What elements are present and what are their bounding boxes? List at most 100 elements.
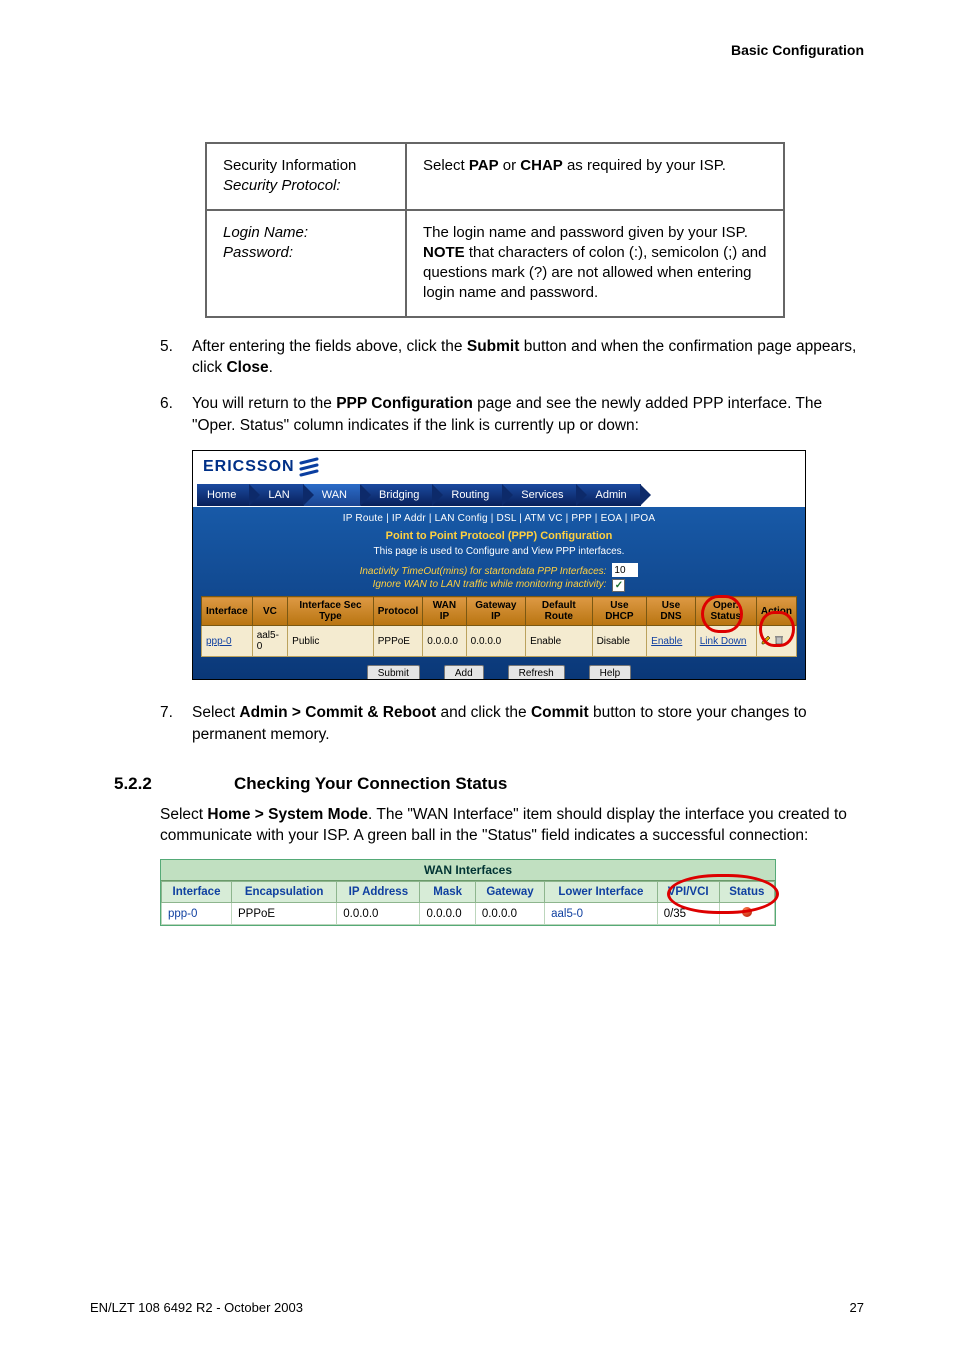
nav-bridging[interactable]: Bridging	[361, 484, 433, 506]
step-num-7: 7.	[160, 702, 192, 745]
timeout-input[interactable]: 10	[612, 563, 638, 577]
ericsson-logo-text: ERICSSON	[203, 458, 295, 476]
step-num-5: 5.	[160, 336, 192, 379]
cell-login-desc1: The login name and password given by you…	[423, 224, 748, 241]
td-interface[interactable]: ppp-0	[206, 636, 232, 647]
nav-breadcrumb: Home LAN WAN Bridging Routing Services A…	[197, 483, 805, 507]
wth-mask[interactable]: Mask	[420, 882, 475, 903]
ppp-table: Interface VC Interface Sec Type Protocol…	[201, 596, 797, 657]
steps-list-2: 7. Select Admin > Commit & Reboot and cl…	[160, 702, 864, 745]
cell-note: NOTE	[423, 244, 465, 261]
refresh-button[interactable]: Refresh	[508, 665, 565, 680]
nav-home[interactable]: Home	[197, 484, 250, 506]
add-button[interactable]: Add	[444, 665, 484, 680]
td-vc: aal5-0	[252, 626, 287, 657]
footer-left: EN/LZT 108 6492 R2 - October 2003	[90, 1300, 303, 1315]
wtd-interface[interactable]: ppp-0	[162, 903, 232, 925]
s5-pre: After entering the fields above, click t…	[192, 338, 467, 355]
wth-encap[interactable]: Encapsulation	[232, 882, 337, 903]
s5-post: .	[269, 359, 273, 376]
cell-or: or	[499, 157, 521, 174]
page-number: 27	[850, 1300, 864, 1315]
th-action: Action	[756, 597, 796, 626]
ppp-config-screenshot: ERICSSON Home LAN WAN Bridging Routing S…	[192, 450, 806, 680]
delete-icon[interactable]	[774, 635, 784, 645]
edit-icon[interactable]	[761, 635, 771, 645]
cell-select-pre: Select	[423, 157, 469, 174]
ericsson-logo-icon	[299, 457, 319, 477]
wth-gw[interactable]: Gateway	[475, 882, 544, 903]
wth-status[interactable]: Status	[719, 882, 774, 903]
wtd-vpi: 0/35	[657, 903, 719, 925]
status-dot-icon	[742, 907, 752, 917]
th-gw-ip: Gateway IP	[466, 597, 525, 626]
th-use-dns: Use DNS	[647, 597, 696, 626]
td-use-dhcp: Disable	[592, 626, 647, 657]
wtd-encap: PPPoE	[232, 903, 337, 925]
cell-chap: CHAP	[520, 157, 563, 174]
section-title: Checking Your Connection Status	[234, 774, 507, 794]
info-table: Security Information Security Protocol: …	[205, 142, 785, 318]
th-interface: Interface	[202, 597, 253, 626]
nav-services[interactable]: Services	[503, 484, 577, 506]
td-default-route: Enable	[526, 626, 593, 657]
td-sec-type: Public	[288, 626, 374, 657]
th-vc: VC	[252, 597, 287, 626]
s5-submit: Submit	[467, 338, 520, 355]
s6-pre: You will return to the	[192, 395, 336, 412]
cell-pap: PAP	[469, 157, 499, 174]
td-action[interactable]	[756, 626, 796, 657]
p2-pre: Select	[160, 806, 207, 823]
steps-list: 5. After entering the fields above, clic…	[160, 336, 864, 437]
wan-row: ppp-0 PPPoE 0.0.0.0 0.0.0.0 0.0.0.0 aal5…	[162, 903, 775, 925]
ppp-subtitle: This page is used to Configure and View …	[201, 546, 797, 557]
wan-title: WAN Interfaces	[161, 860, 775, 881]
nav-routing[interactable]: Routing	[433, 484, 503, 506]
wtd-gw: 0.0.0.0	[475, 903, 544, 925]
th-sec-type: Interface Sec Type	[288, 597, 374, 626]
wan-subtabs[interactable]: IP Route | IP Addr | LAN Config | DSL | …	[201, 513, 797, 524]
wtd-mask: 0.0.0.0	[420, 903, 475, 925]
wan-interfaces-screenshot: WAN Interfaces Interface Encapsulation I…	[160, 859, 776, 926]
cell-login-name: Login Name:	[223, 224, 308, 241]
ppp-title: Point to Point Protocol (PPP) Configurat…	[201, 530, 797, 542]
wth-ip[interactable]: IP Address	[337, 882, 420, 903]
running-header: Basic Configuration	[731, 42, 864, 58]
wth-vpi[interactable]: VPI/VCI	[657, 882, 719, 903]
th-wan-ip: WAN IP	[423, 597, 466, 626]
form-label-ignore: Ignore WAN to LAN traffic while monitori…	[373, 579, 607, 590]
cell-password: Password:	[223, 244, 293, 261]
wth-interface[interactable]: Interface	[162, 882, 232, 903]
ignore-checkbox[interactable]: ✓	[612, 579, 625, 592]
cell-select-post: as required by your ISP.	[563, 157, 726, 174]
th-use-dhcp: Use DHCP	[592, 597, 647, 626]
p2-bold: Home > System Mode	[207, 806, 368, 823]
td-oper-status[interactable]: Link Down	[700, 636, 747, 647]
cell-security-protocol: Security Protocol:	[223, 177, 341, 194]
td-use-dns[interactable]: Enable	[651, 636, 682, 647]
step-num-6: 6.	[160, 393, 192, 436]
s6-ppp: PPP Configuration	[336, 395, 473, 412]
form-label-timeout: Inactivity TimeOut(mins) for startondata…	[360, 566, 607, 577]
th-protocol: Protocol	[373, 597, 423, 626]
cell-login-desc2: that characters of colon (:), semicolon …	[423, 244, 766, 302]
table-row: ppp-0 aal5-0 Public PPPoE 0.0.0.0 0.0.0.…	[202, 626, 797, 657]
wtd-lower[interactable]: aal5-0	[545, 903, 658, 925]
cell-security-info: Security Information	[223, 157, 356, 174]
wan-table: Interface Encapsulation IP Address Mask …	[161, 881, 775, 925]
s7-admin: Admin > Commit & Reboot	[239, 704, 436, 721]
section-number: 5.2.2	[114, 774, 234, 794]
wtd-status	[719, 903, 774, 925]
th-default-route: Default Route	[526, 597, 593, 626]
s7-commit: Commit	[531, 704, 589, 721]
td-gw-ip: 0.0.0.0	[466, 626, 525, 657]
submit-button[interactable]: Submit	[367, 665, 420, 680]
s7-mid: and click the	[436, 704, 531, 721]
td-protocol: PPPoE	[373, 626, 423, 657]
td-wan-ip: 0.0.0.0	[423, 626, 466, 657]
help-button[interactable]: Help	[589, 665, 632, 680]
wth-lower[interactable]: Lower Interface	[545, 882, 658, 903]
s5-close: Close	[226, 359, 268, 376]
th-oper-status: Oper. Status	[695, 597, 756, 626]
wtd-ip: 0.0.0.0	[337, 903, 420, 925]
